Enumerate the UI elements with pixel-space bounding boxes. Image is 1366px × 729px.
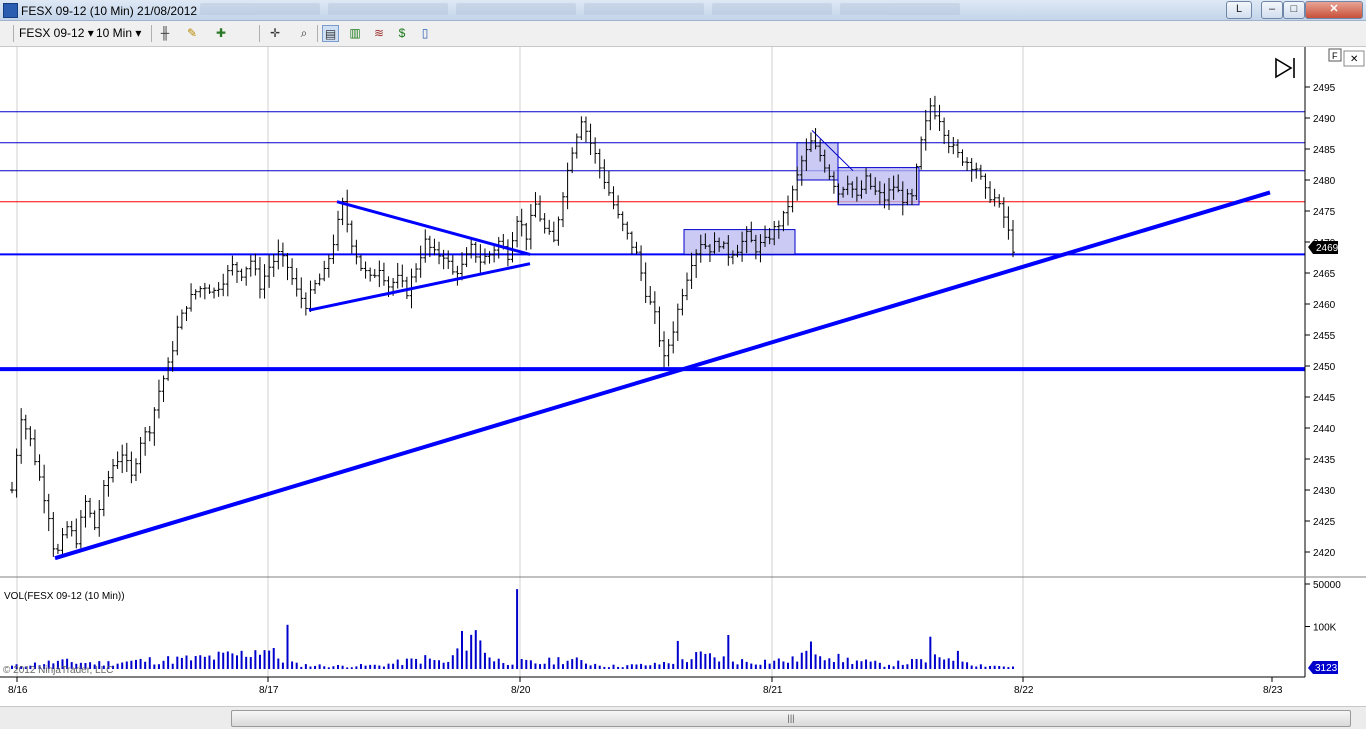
toolbar-separator: [259, 25, 260, 42]
price-tick-label: 2465: [1313, 269, 1336, 280]
dollar-icon[interactable]: $: [394, 25, 410, 41]
volume-tick-label: 50000: [1313, 580, 1341, 591]
last-volume-label: 3123: [1315, 663, 1338, 674]
copyright-text: © 2012 NinjaTrader, LLC: [3, 665, 113, 676]
price-tick-label: 2430: [1313, 486, 1336, 497]
price-tick-label: 2435: [1313, 455, 1336, 466]
minimize-button[interactable]: –: [1261, 1, 1283, 19]
last-price-marker: 2469: [1308, 241, 1339, 254]
price-tick-label: 2480: [1313, 176, 1336, 187]
last-price-label: 2469: [1316, 243, 1339, 254]
instrument-label: FESX 09-12: [19, 26, 85, 40]
toolbar-separator: [317, 25, 318, 42]
volume-axis[interactable]: 100K 50000: [1305, 580, 1341, 634]
price-tick-label: 2490: [1313, 114, 1336, 125]
price-tick-label: 2445: [1313, 393, 1336, 404]
price-tick-label: 2475: [1313, 207, 1336, 218]
price-chart[interactable]: 2420 2425 2430 2435 2440 2445 2450 2455 2460 2465…: [0, 47, 1366, 705]
bar-style-icon[interactable]: ╫: [157, 25, 173, 41]
time-tick-label: 8/22: [1014, 685, 1034, 696]
price-tick-label: 2460: [1313, 300, 1336, 311]
interval-selector[interactable]: 10 Min ▾: [96, 26, 141, 40]
price-tick-label: 2420: [1313, 548, 1336, 559]
price-axis[interactable]: 2420 2425 2430 2435 2440 2445 2450 2455 2460 2465…: [1305, 83, 1336, 559]
background-taskbar-tabs: [200, 3, 1200, 17]
horizontal-scrollbar[interactable]: |||: [0, 706, 1366, 729]
maximize-button[interactable]: □: [1283, 1, 1305, 19]
pencil-draw-icon[interactable]: ✎: [184, 25, 200, 41]
volume-bars: [11, 589, 1014, 669]
price-tick-label: 2450: [1313, 362, 1336, 373]
time-axis[interactable]: 8/16 8/17 8/20 8/21 8/22 8/23: [8, 677, 1283, 696]
flag-button-label: F: [1332, 51, 1338, 61]
price-tick-label: 2495: [1313, 83, 1336, 94]
close-window-button[interactable]: ✕: [1305, 1, 1363, 19]
rectangle-drawing: [837, 167, 920, 206]
time-tick-label: 8/23: [1263, 685, 1283, 696]
interval-label: 10 Min: [96, 26, 133, 40]
link-button[interactable]: L: [1226, 1, 1252, 19]
toolbar-separator: [151, 25, 152, 42]
price-bars: [10, 95, 1015, 557]
instrument-selector[interactable]: FESX 09-12 ▾: [19, 26, 94, 40]
scrollbar-thumb[interactable]: |||: [231, 710, 1351, 727]
rectangle-drawing: [796, 142, 839, 181]
crosshair-icon[interactable]: ✛: [267, 25, 283, 41]
chart-app-icon: [3, 3, 18, 18]
zoom-in-icon[interactable]: ✚: [213, 25, 229, 41]
window-title: FESX 09-12 (10 Min) 21/08/2012: [21, 4, 198, 18]
toolbar-grip: [13, 25, 14, 42]
chevron-down-icon: ▾: [135, 26, 142, 40]
close-icon: ✕: [1350, 54, 1358, 65]
last-volume-marker: 3123: [1308, 661, 1338, 674]
time-tick-label: 8/16: [8, 685, 28, 696]
window-titlebar: FESX 09-12 (10 Min) 21/08/2012 L – □ ✕: [0, 0, 1366, 21]
price-tick-label: 2440: [1313, 424, 1336, 435]
panel-toggle-icon[interactable]: [1275, 57, 1295, 79]
price-tick-label: 2485: [1313, 145, 1336, 156]
close-panel-button[interactable]: ✕: [1343, 50, 1365, 67]
properties-icon[interactable]: ▯: [417, 25, 433, 41]
price-tick-label: 2455: [1313, 331, 1336, 342]
flag-button[interactable]: F: [1328, 48, 1342, 62]
trend-line: [336, 200, 531, 256]
chevron-down-icon: ▾: [87, 26, 94, 40]
zoom-icon[interactable]: ⌕: [296, 25, 312, 41]
time-tick-label: 8/21: [763, 685, 783, 696]
strategy-icon[interactable]: ▥: [347, 25, 363, 41]
time-tick-label: 8/20: [511, 685, 531, 696]
trend-line: [308, 262, 531, 312]
volume-tick-label: 100K: [1313, 623, 1337, 634]
indicator-icon[interactable]: ≋: [371, 25, 387, 41]
chart-toolbar: FESX 09-12 ▾ 10 Min ▾ ╫ ✎ ✚ ✛ ⌕ ▤ ▥ ≋ $ …: [0, 21, 1366, 47]
chart-trader-icon[interactable]: ▤: [322, 25, 339, 42]
trend-lines: [54, 190, 1271, 561]
volume-indicator-label: VOL(FESX 09-12 (10 Min)): [4, 591, 125, 602]
time-tick-label: 8/17: [259, 685, 279, 696]
trend-line: [54, 190, 1271, 561]
price-tick-label: 2425: [1313, 517, 1336, 528]
